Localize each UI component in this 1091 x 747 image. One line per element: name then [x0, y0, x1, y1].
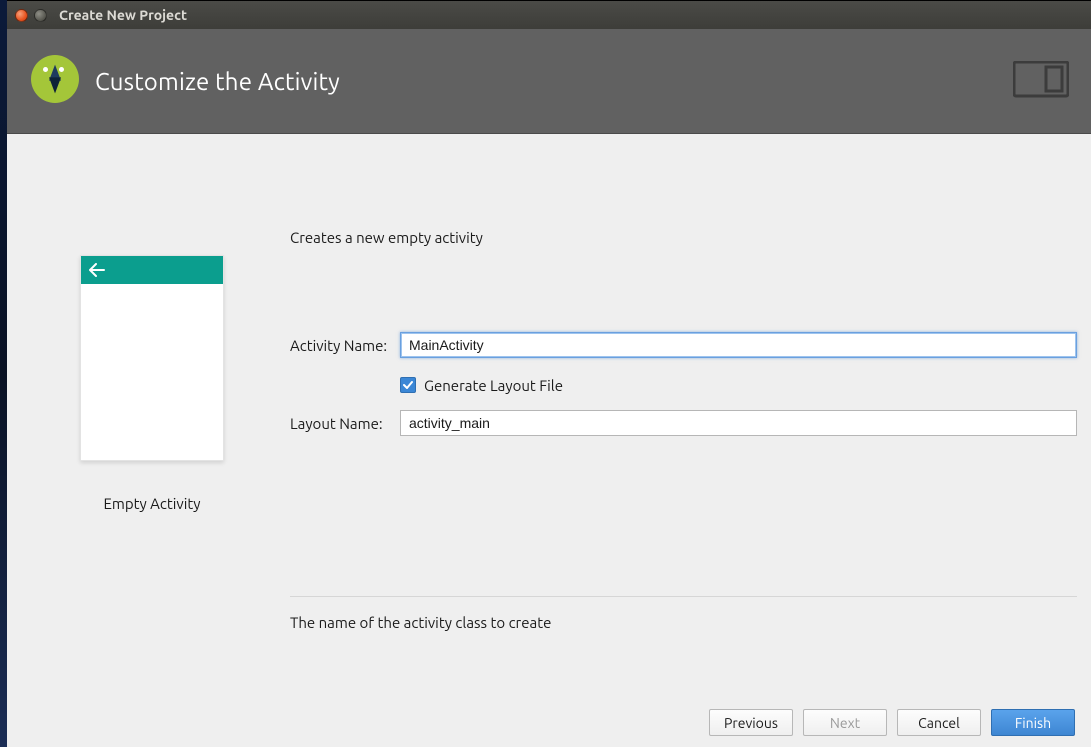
layout-name-row: Layout Name:	[290, 408, 1077, 438]
wizard-header: Customize the Activity	[7, 29, 1091, 134]
minimize-icon[interactable]	[34, 9, 47, 22]
finish-button[interactable]: Finish	[991, 709, 1075, 736]
activity-preview-appbar	[81, 256, 223, 284]
wizard-step-title: Customize the Activity	[95, 68, 340, 95]
back-arrow-icon	[89, 263, 105, 277]
wizard-content: Empty Activity Creates a new empty activ…	[7, 134, 1091, 709]
generate-layout-label: Generate Layout File	[424, 377, 563, 394]
generate-layout-row: Generate Layout File	[290, 372, 1077, 398]
previous-button[interactable]: Previous	[709, 709, 793, 736]
activity-name-label: Activity Name:	[290, 337, 400, 354]
titlebar[interactable]: Create New Project	[7, 1, 1091, 29]
generate-layout-checkbox[interactable]	[400, 377, 416, 393]
layout-name-label: Layout Name:	[290, 415, 400, 432]
layout-name-input[interactable]	[400, 410, 1077, 436]
window-controls	[15, 9, 47, 22]
activity-name-input[interactable]	[400, 332, 1077, 358]
cancel-button[interactable]: Cancel	[897, 709, 981, 736]
tablet-icon	[1013, 61, 1069, 101]
next-button: Next	[803, 709, 887, 736]
window-title: Create New Project	[59, 7, 187, 23]
activity-form: Creates a new empty activity Activity Na…	[290, 229, 1077, 450]
desktop-edge	[0, 0, 7, 747]
separator	[290, 596, 1077, 597]
activity-preview-label: Empty Activity	[80, 495, 224, 512]
dialog-window: Create New Project Customize the Activit…	[7, 0, 1091, 747]
activity-name-row: Activity Name:	[290, 330, 1077, 360]
activity-preview-card	[80, 255, 224, 461]
field-hint: The name of the activity class to create	[290, 614, 551, 631]
form-description: Creates a new empty activity	[290, 229, 1077, 246]
android-studio-logo-icon	[29, 55, 81, 107]
checkmark-icon	[402, 379, 414, 391]
wizard-footer: Previous Next Cancel Finish	[7, 709, 1091, 747]
activity-preview: Empty Activity	[80, 255, 224, 512]
close-icon[interactable]	[15, 9, 28, 22]
